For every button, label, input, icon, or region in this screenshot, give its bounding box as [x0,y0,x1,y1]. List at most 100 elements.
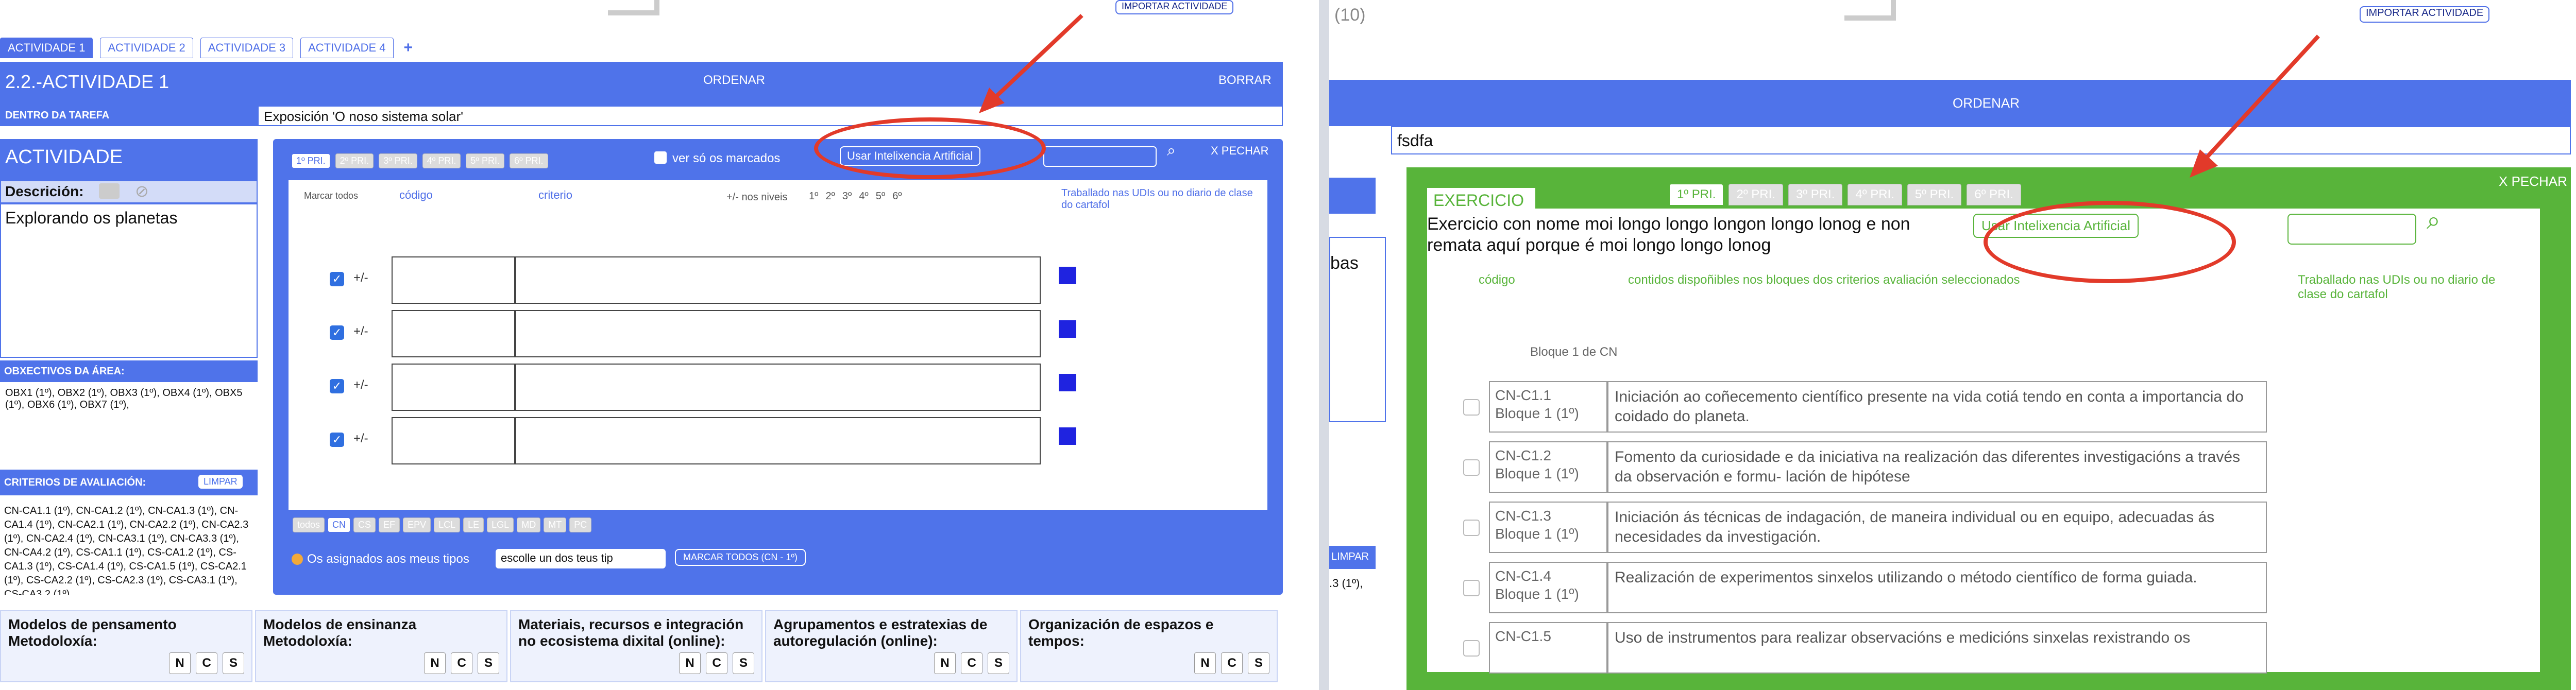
col-codigo[interactable]: código [1479,273,1515,287]
n-button[interactable]: N [679,652,701,674]
row-plusminus[interactable]: +/- [353,324,368,339]
search-input[interactable] [1043,146,1157,167]
partial-textarea[interactable]: bas [1329,237,1386,422]
row-checkbox[interactable] [1463,399,1480,416]
descricion-textarea[interactable]: Explorando os planetas [0,203,258,358]
search-input[interactable] [2287,214,2416,245]
s-button[interactable]: S [988,652,1009,674]
tab-activity-2[interactable]: ACTIVIDADE 2 [100,38,193,58]
marcar-todos-button[interactable]: MARCAR TODOS (CN - 1º) [675,549,806,566]
nivel-6[interactable]: 6º [892,191,902,202]
screenshot-divider [1319,0,1329,690]
row-plusminus[interactable]: +/- [353,378,368,392]
tab-activity-3[interactable]: ACTIVIDADE 3 [200,38,294,58]
criteria-list: Marcar todos código criterio +/- nos niv… [289,180,1267,510]
subject-lgl[interactable]: LGL [487,518,514,532]
row-text: Comunicar de forma oral ou gráfica o res… [515,417,1041,464]
close-button[interactable]: X PECHAR [1211,144,1268,158]
row-checkbox[interactable]: ✓ [330,272,344,286]
paperclip-icon[interactable]: ⊘ [135,181,149,201]
nivel-4[interactable]: 4º [859,191,868,202]
row-checkbox[interactable] [1463,640,1480,657]
tab-5-pri[interactable]: 5º PRI. [1907,184,1962,205]
subject-epv[interactable]: EPV [403,518,431,532]
limpar-button[interactable]: LIMPAR [198,475,243,489]
tab-3-pri[interactable]: 3º PRI. [1788,184,1843,205]
tab-4-pri[interactable]: 4º PRI. [422,153,461,168]
s-button[interactable]: S [478,652,499,674]
import-activity-button[interactable]: IMPORTAR ACTIVIDADE [1115,0,1234,14]
bottom-cell-title: Modelos de pensamento Metodoloxía: [8,616,177,649]
subject-cs[interactable]: CS [353,518,376,532]
row-checkbox[interactable]: ✓ [330,325,344,340]
search-icon[interactable]: ⌕ [1167,142,1176,160]
add-tab-button[interactable]: + [404,39,413,57]
col-criterio[interactable]: criterio [538,188,572,202]
row-checkbox[interactable] [1463,459,1480,476]
limpar-button[interactable]: LIMPAR [1329,546,1376,569]
n-button[interactable]: N [934,652,956,674]
subject-lcl[interactable]: LCL [434,518,461,532]
dentro-input[interactable]: Exposición 'O noso sistema solar' [258,106,1283,126]
tab-6-pri[interactable]: 6º PRI. [509,153,548,168]
tab-5-pri[interactable]: 5º PRI. [466,153,504,168]
tab-2-pri[interactable]: 2º PRI. [335,153,374,168]
marker-square [1059,320,1076,338]
dentro-input[interactable]: fsdfa [1391,126,2571,154]
subject-md[interactable]: MD [517,518,541,532]
subject-le[interactable]: LE [463,518,484,532]
col-codigo[interactable]: código [399,188,433,202]
s-button[interactable]: S [733,652,754,674]
row-checkbox[interactable]: ✓ [330,379,344,393]
content-row: CN-C1.3 Bloque 1 (1º) Iniciación ás técni… [1448,502,2267,553]
c-button[interactable]: C [961,652,982,674]
c-button[interactable]: C [451,652,472,674]
s-button[interactable]: S [223,652,244,674]
c-button[interactable]: C [196,652,217,674]
tab-1-pri[interactable]: 1º PRI. [292,153,330,168]
nivel-3[interactable]: 3º [842,191,852,202]
import-activity-button[interactable]: IMPORTAR ACTIVIDADE [2360,6,2490,23]
subject-pc[interactable]: PC [569,518,592,532]
ordenar-button[interactable]: ORDENAR [703,73,765,88]
ordenar-button[interactable]: ORDENAR [1953,95,2020,111]
subject-ef[interactable]: EF [379,518,400,532]
nivel-5[interactable]: 5º [876,191,885,202]
row-plusminus[interactable]: +/- [353,432,368,446]
row-checkbox[interactable] [1463,520,1480,536]
c-button[interactable]: C [706,652,727,674]
n-button[interactable]: N [424,652,446,674]
n-button[interactable]: N [169,652,191,674]
tab-activity-1[interactable]: ACTIVIDADE 1 [0,38,93,58]
tab-3-pri[interactable]: 3º PRI. [379,153,417,168]
tab-1-pri[interactable]: 1º PRI. [1669,184,1724,205]
search-icon[interactable]: ⌕ [2427,206,2441,235]
row-text: Iniciación ao coñecemento científico pre… [1607,381,2267,433]
camera-icon[interactable] [99,183,120,199]
tab-6-pri[interactable]: 6º PRI. [1967,184,2021,205]
nivel-1[interactable]: 1º [809,191,818,202]
subject-cn[interactable]: CN [328,518,351,532]
row-code: CN-C1.1 Bloque 1 (1º) [1489,381,1607,433]
grade-tabs: 1º PRI. 2º PRI. 3º PRI. 4º PRI. 5º PRI. … [1669,184,2021,205]
tab-activity-4[interactable]: ACTIVIDADE 4 [300,38,394,58]
radio-asignados[interactable] [292,554,303,565]
tipo-select[interactable]: escolle un dos teus tip [496,549,666,568]
s-button[interactable]: S [1248,652,1269,674]
subject-todos[interactable]: todos [293,518,325,532]
c-button[interactable]: C [1221,652,1243,674]
marcar-todos-label[interactable]: Marcar todos [304,191,358,201]
subject-mt[interactable]: MT [544,518,567,532]
ver-so-checkbox[interactable] [654,151,667,164]
n-button[interactable]: N [1194,652,1216,674]
obxectivos-label: OBXECTIVOS DA ÁREA: [4,366,125,377]
row-checkbox[interactable]: ✓ [330,433,344,447]
row-plusminus[interactable]: +/- [353,271,368,285]
tab-4-pri[interactable]: 4º PRI. [1848,184,1902,205]
borrar-button[interactable]: BORRAR [1218,73,1272,88]
nivel-2[interactable]: 2º [825,191,835,202]
tab-2-pri[interactable]: 2º PRI. [1728,184,1783,205]
row-checkbox[interactable] [1463,580,1480,596]
obxectivos-value: OBX1 (1º), OBX2 (1º), OBX3 (1º), OBX4 (1… [5,387,243,410]
close-button[interactable]: X PECHAR [2499,174,2567,189]
